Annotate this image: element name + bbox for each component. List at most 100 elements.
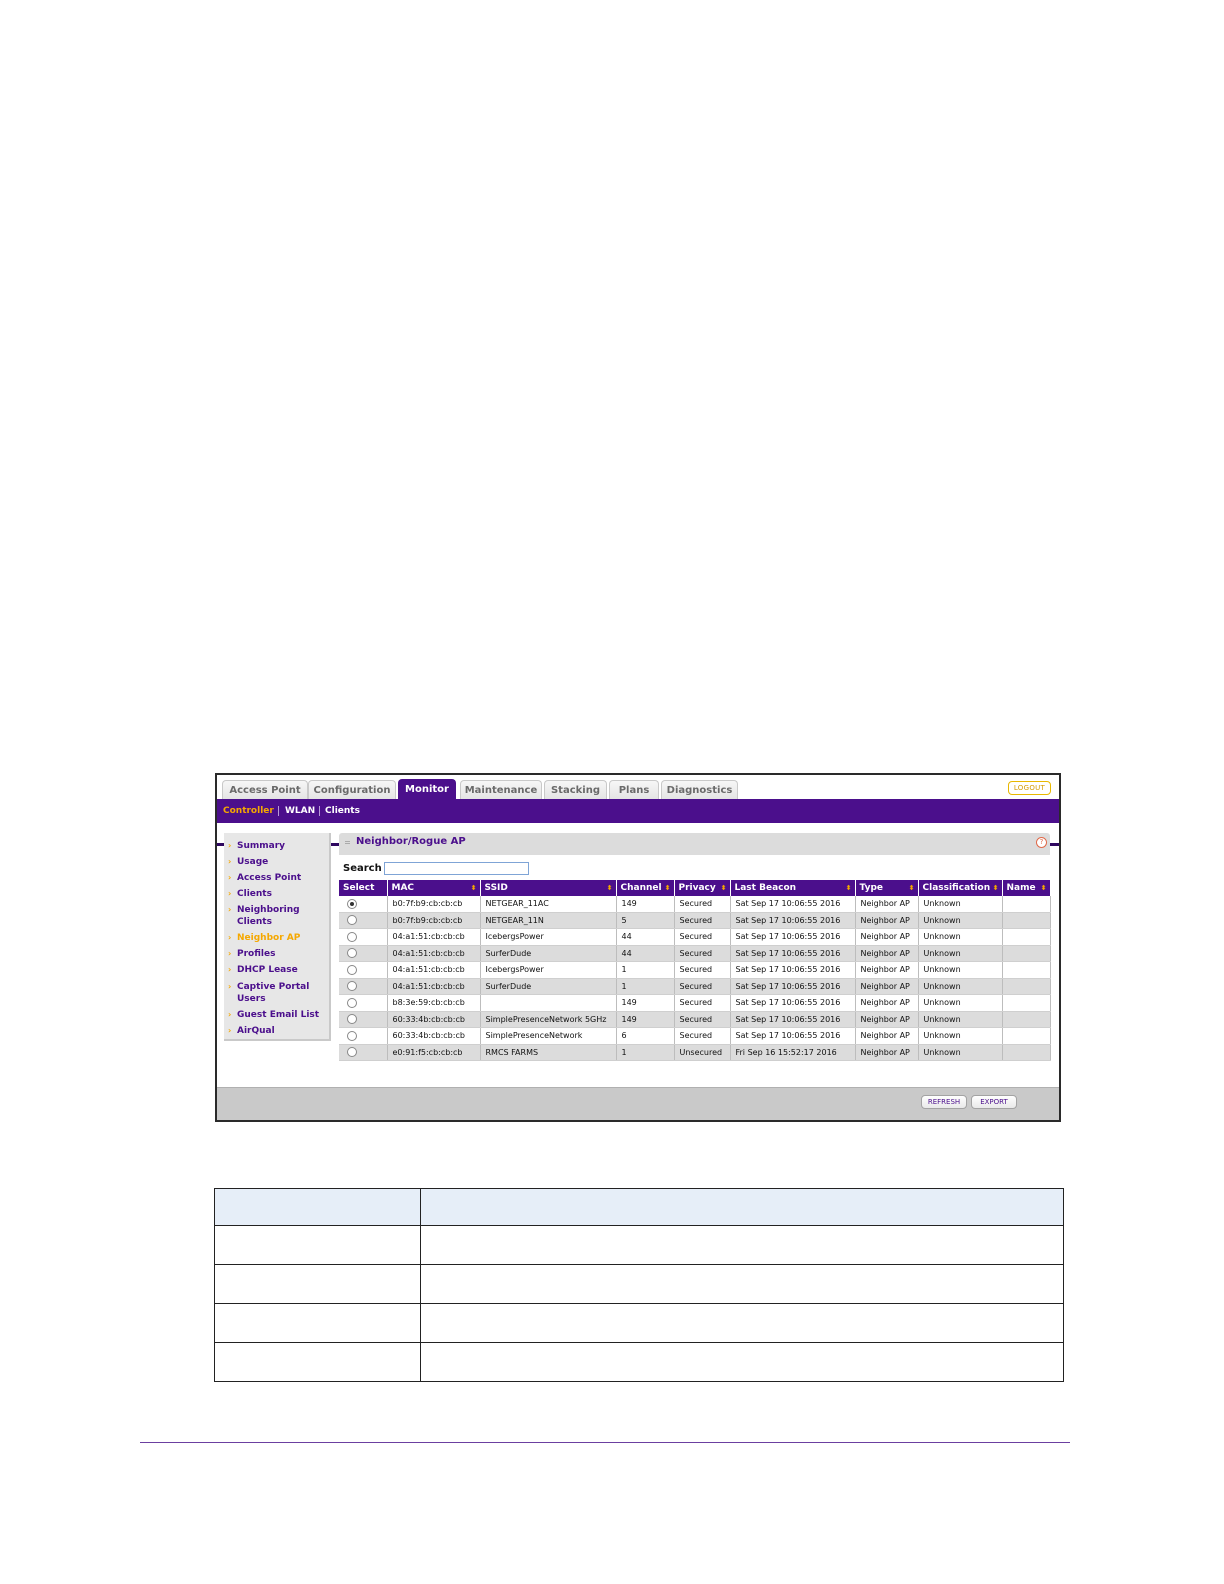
cell-channel: 1 [616,978,675,995]
sidebar-item-usage[interactable]: › Usage [228,856,268,868]
table-row[interactable]: 60:33:4b:cb:cb:cb SimplePresenceNetwork 6 S… [339,1027,1051,1045]
column-header-ssid[interactable]: SSID ⬍ [480,880,617,896]
table-row[interactable]: 04:a1:51:cb:cb:cb IcebergsPower 1 Secured Sa… [339,961,1051,979]
tab-plans[interactable]: Plans [609,780,659,799]
table-cell [420,1264,1064,1304]
chevron-right-icon: › [228,982,232,991]
logout-button[interactable]: LOGOUT [1008,781,1051,795]
cell-ssid: IcebergsPower [480,928,617,946]
select-radio[interactable] [347,898,357,909]
table-cell [214,1188,421,1226]
cell-mac: 60:33:4b:cb:cb:cb [387,1011,481,1028]
tab-maintenance[interactable]: Maintenance [460,780,542,799]
cell-name [1002,1044,1051,1061]
document-table-row [214,1342,1064,1382]
column-header-privacy[interactable]: Privacy ⬍ [674,880,731,896]
sort-arrows-icon[interactable]: ⬍ [607,884,613,892]
select-radio[interactable] [347,948,357,959]
select-radio[interactable] [347,931,357,942]
sidebar-item-neighbor-ap[interactable]: › Neighbor AP [228,932,300,944]
document-table-header-row [214,1188,1064,1226]
tab-access-point[interactable]: Access Point [222,780,308,799]
cell-type: Neighbor AP [855,896,919,913]
cell-privacy: Unsecured [674,1044,731,1061]
collapse-grip-icon[interactable] [345,841,350,842]
sort-arrows-icon[interactable]: ⬍ [1041,884,1047,892]
table-row[interactable]: 60:33:4b:cb:cb:cb SimplePresenceNetwork 5… [339,1011,1051,1028]
select-cell [339,1011,388,1028]
sidebar-item-profiles[interactable]: › Profiles [228,948,275,960]
export-button[interactable]: EXPORT [971,1095,1017,1109]
select-cell [339,912,388,929]
sidebar-item-captive-portal-users[interactable]: › Captive Portal Users [228,981,309,1004]
table-row[interactable]: b0:7f:b9:cb:cb:cb NETGEAR_11N 5 Secured Sat … [339,912,1051,929]
cell-name [1002,912,1051,929]
tab-configuration[interactable]: Configuration [308,780,396,799]
tab-diagnostics[interactable]: Diagnostics [661,780,738,799]
cell-ssid: SurferDude [480,945,617,962]
table-cell [214,1264,421,1304]
table-row[interactable]: e0:91:f5:cb:cb:cb RMCS FARMS 1 Unsecured Fri… [339,1044,1051,1061]
sidebar-item-neighboring-clients[interactable]: › Neighboring Clients [228,904,300,927]
sub-navigation: Controller WLAN Clients [217,799,1059,846]
cell-last-beacon: Sat Sep 17 10:06:55 2016 [730,978,856,995]
cell-last-beacon: Sat Sep 17 10:06:55 2016 [730,928,856,946]
select-radio[interactable] [347,915,357,926]
select-cell [339,896,388,913]
table-row[interactable]: 04:a1:51:cb:cb:cb SurferDude 1 Secured Sat S… [339,978,1051,995]
search-label: Search [343,863,382,874]
subnav-wlan[interactable]: WLAN [285,799,315,823]
cell-type: Neighbor AP [855,912,919,929]
chevron-right-icon: › [228,873,232,882]
column-header-classification[interactable]: Classification ⬍ [918,880,1003,896]
cell-mac: b0:7f:b9:cb:cb:cb [387,896,481,913]
sidebar-item-airqual[interactable]: › AirQual [228,1025,275,1037]
column-header-type[interactable]: Type ⬍ [855,880,919,896]
sidebar-item-access-point[interactable]: › Access Point [228,872,301,884]
table-row[interactable]: b8:3e:59:cb:cb:cb 149 Secured Sat Sep 17 10… [339,994,1051,1012]
content-panel: Neighbor/Rogue AP ? Search Select MAC ⬍ S… [339,833,1051,1063]
cell-ssid: NETGEAR_11N [480,912,617,929]
cell-ssid: RMCS FARMS [480,1044,617,1061]
chevron-right-icon: › [228,841,232,850]
sidebar-item-guest-email-list[interactable]: › Guest Email List [228,1009,319,1021]
sort-arrows-icon[interactable]: ⬍ [721,884,727,892]
subnav-clients[interactable]: Clients [325,799,360,823]
column-header-name[interactable]: Name ⬍ [1002,880,1051,896]
cell-channel: 149 [616,896,675,913]
chevron-right-icon: › [228,905,232,914]
help-icon[interactable]: ? [1036,837,1047,848]
sidebar-item-clients[interactable]: › Clients [228,888,272,900]
select-radio[interactable] [347,997,357,1008]
select-radio[interactable] [347,1047,357,1058]
select-radio[interactable] [347,981,357,992]
column-header-last-beacon[interactable]: Last Beacon ⬍ [730,880,856,896]
select-cell [339,961,388,979]
select-radio[interactable] [347,1030,357,1041]
tab-monitor[interactable]: Monitor [398,779,456,799]
select-radio[interactable] [347,1014,357,1025]
select-radio[interactable] [347,964,357,975]
sort-arrows-icon[interactable]: ⬍ [846,884,852,892]
column-header-channel[interactable]: Channel ⬍ [616,880,675,896]
tab-stacking[interactable]: Stacking [544,780,607,799]
table-row[interactable]: 04:a1:51:cb:cb:cb SurferDude 44 Secured Sat … [339,945,1051,962]
sort-arrows-icon[interactable]: ⬍ [909,884,915,892]
sort-arrows-icon[interactable]: ⬍ [993,884,999,892]
column-header-mac[interactable]: MAC ⬍ [387,880,481,896]
sort-arrows-icon[interactable]: ⬍ [665,884,671,892]
sidebar: › Summary › Usage › Access Point › Clients ›… [224,833,331,1041]
cell-ssid: SimplePresenceNetwork [480,1027,617,1045]
sidebar-item-dhcp-lease[interactable]: › DHCP Lease [228,964,298,976]
table-row[interactable]: b0:7f:b9:cb:cb:cb NETGEAR_11AC 149 Secured S… [339,896,1051,913]
sort-arrows-icon[interactable]: ⬍ [471,884,477,892]
sidebar-item-summary[interactable]: › Summary [228,840,285,852]
main-tab-bar: Access Point Configuration Monitor Maint… [217,775,1059,799]
search-input[interactable] [384,862,529,875]
cell-privacy: Secured [674,896,731,913]
refresh-button[interactable]: REFRESH [921,1095,967,1109]
select-cell [339,928,388,946]
table-row[interactable]: 04:a1:51:cb:cb:cb IcebergsPower 44 Secured S… [339,928,1051,946]
subnav-controller[interactable]: Controller [223,799,274,823]
table-cell [420,1342,1064,1382]
